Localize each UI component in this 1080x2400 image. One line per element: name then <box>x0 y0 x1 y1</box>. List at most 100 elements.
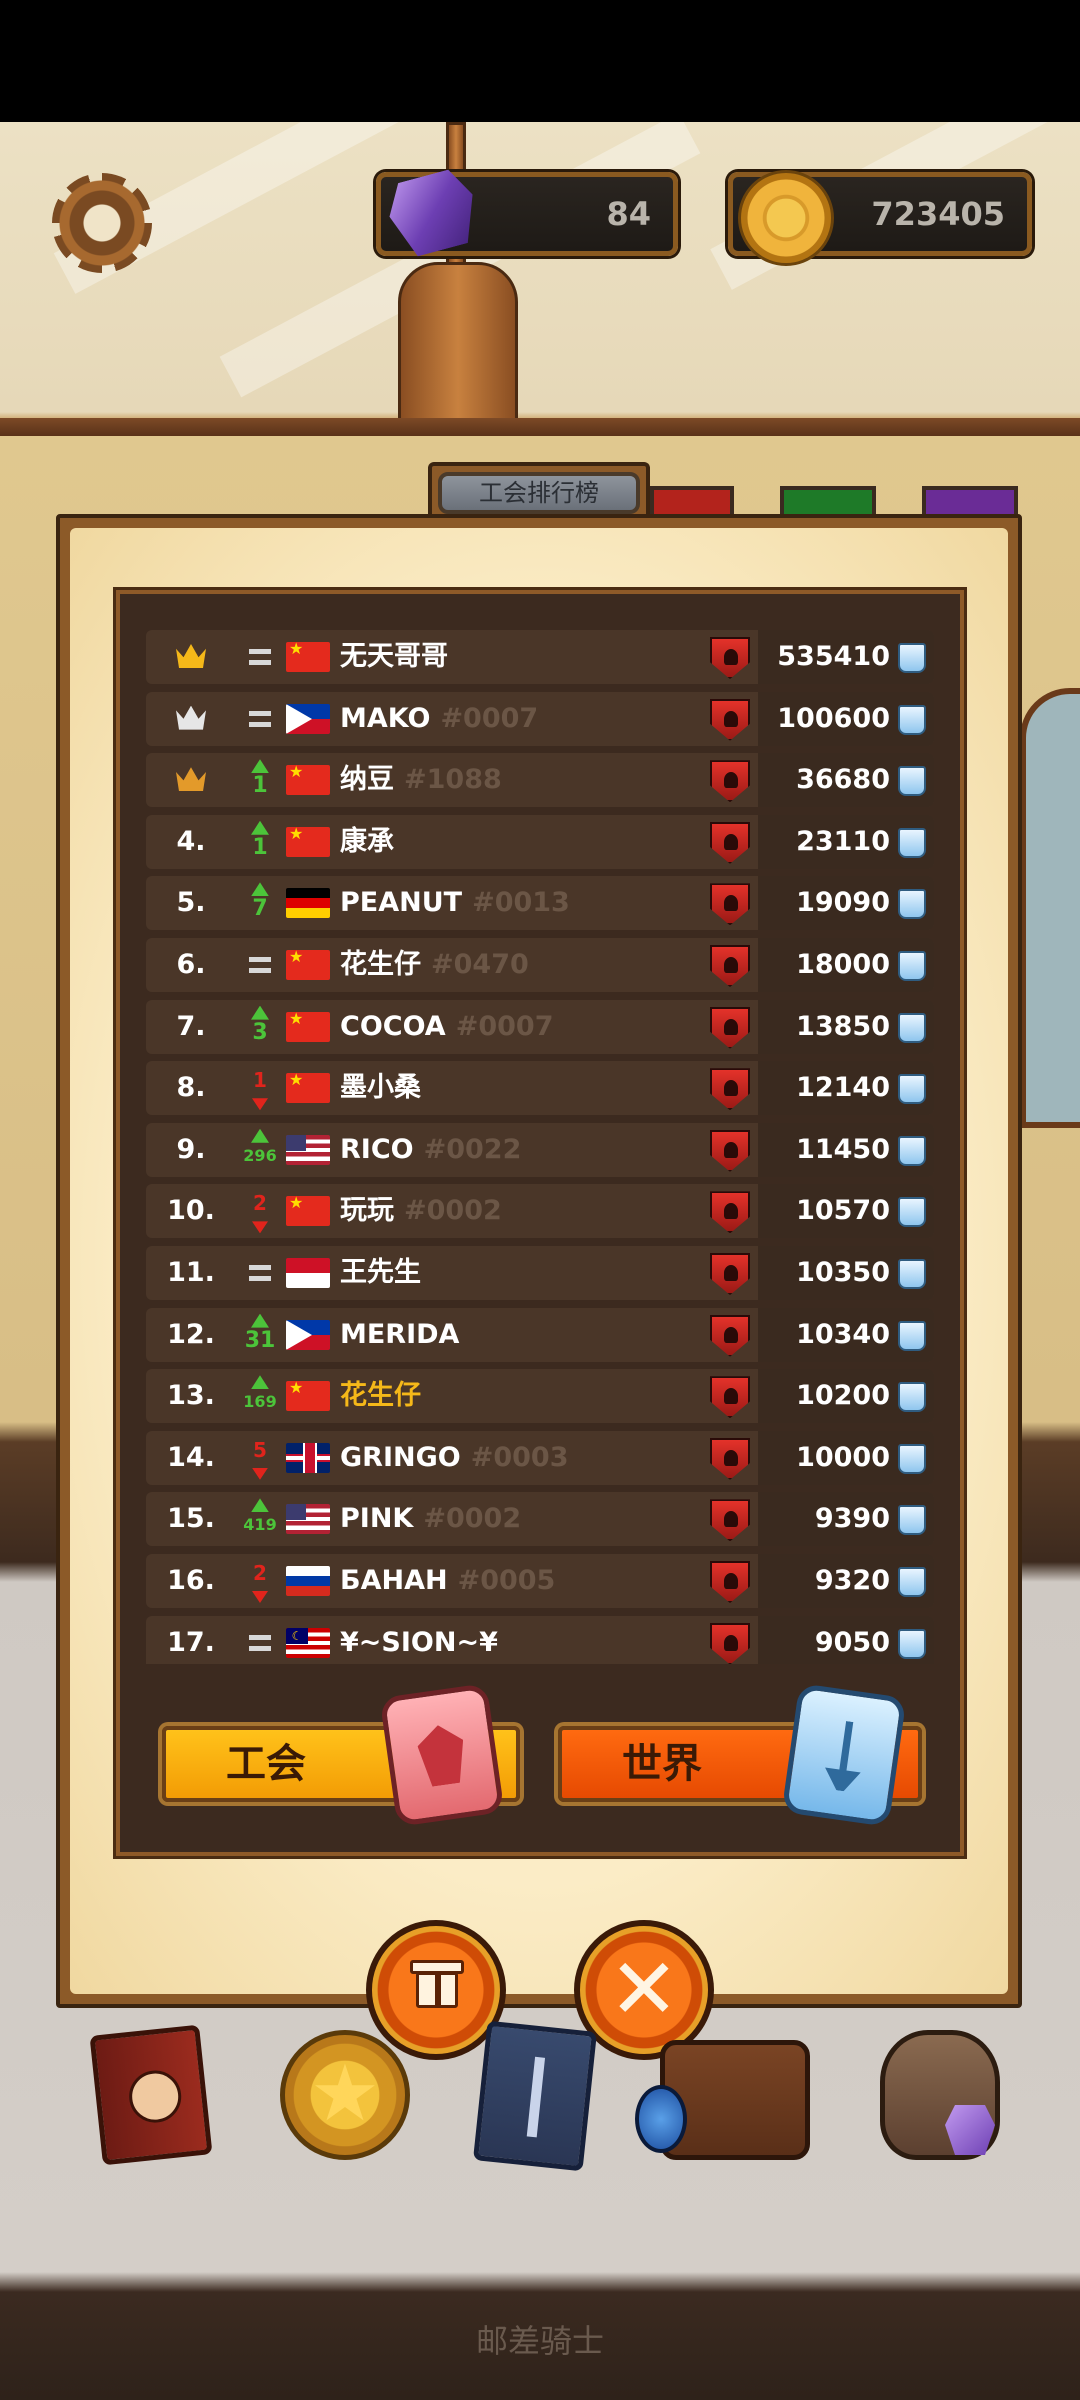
rank-change: 1 <box>232 753 288 807</box>
player-name: 花生仔 <box>340 949 421 980</box>
trophy-cup-icon <box>898 1197 926 1228</box>
score-value: 18000 <box>796 949 890 980</box>
rank-number: 16. <box>167 1565 215 1596</box>
ranking-row[interactable]: 5. 7 PEANUT #0013 19090 <box>146 876 934 931</box>
score-value: 9050 <box>814 1626 890 1658</box>
flag-cn-icon <box>286 1011 330 1042</box>
trophy-cup-icon <box>898 643 926 673</box>
rank-number: 7. <box>176 1010 206 1042</box>
score-box: 11450 <box>758 1122 934 1177</box>
trophy-cup-icon <box>898 1567 926 1597</box>
arrow-down-icon <box>252 1591 268 1603</box>
rank-change: 1 <box>232 815 288 869</box>
rank-number: 5. <box>176 887 206 919</box>
ranking-row[interactable]: 9. 296 RICO #0022 11450 <box>146 1122 934 1177</box>
flag-us-icon <box>286 1134 330 1165</box>
trophy-cup-icon <box>898 827 926 858</box>
player-tag: #0002 <box>404 1195 502 1227</box>
equal-icon <box>249 1265 271 1281</box>
player-name: PEANUT <box>340 887 463 919</box>
player-name: ¥~SION~¥ <box>340 1626 498 1658</box>
rank-change <box>232 692 288 746</box>
player-tag: #0007 <box>455 1010 554 1042</box>
rank-number: 8. <box>176 1072 206 1104</box>
rank-change-value: 1 <box>252 834 268 860</box>
settings-gear-icon[interactable] <box>52 173 152 273</box>
gold-amount: 723405 <box>871 195 1005 233</box>
player-name: RICO <box>340 1133 414 1165</box>
backpack-icon[interactable] <box>635 2040 810 2160</box>
tab-world-label: 世界 <box>622 1741 702 1787</box>
guild-shield-icon <box>710 1253 750 1295</box>
ranking-row[interactable]: 1 纳豆 #1088 36680 <box>146 753 934 808</box>
score-box: 10350 <box>758 1246 934 1300</box>
rank-change-value: 2 <box>253 1191 267 1216</box>
equal-icon <box>249 1634 271 1651</box>
trophy-cup-icon <box>898 1628 926 1659</box>
rank-change: 2 <box>232 1554 288 1608</box>
player-name-cell: RICO #0022 <box>340 1123 521 1177</box>
book-icon[interactable] <box>89 2024 213 2166</box>
player-tag: #0003 <box>470 1441 569 1473</box>
score-box: 12140 <box>758 1061 934 1116</box>
medal-icon[interactable] <box>280 2030 410 2160</box>
world-badge-icon <box>781 1683 907 1827</box>
ranking-row[interactable]: 7. 3 COCOA #0007 13850 <box>146 999 934 1054</box>
player-name-cell: MAKO #0007 <box>340 692 538 746</box>
rank-change <box>232 1246 288 1300</box>
ranking-row[interactable]: 无天哥哥 535410 <box>146 630 934 684</box>
flag-cn-icon <box>286 1381 330 1412</box>
rank-number: 11. <box>167 1257 215 1288</box>
ranking-row[interactable]: 6. 花生仔 #0470 18000 <box>146 938 934 992</box>
flag-cn-icon <box>286 765 330 796</box>
ranking-row[interactable]: 10. 2 玩玩 #0002 10570 <box>146 1184 934 1239</box>
crown-icon <box>176 767 206 792</box>
gift-lid <box>410 1960 464 1974</box>
player-name-cell: MERIDA <box>340 1308 459 1362</box>
ranking-row[interactable]: 4. 1 康承 23110 <box>146 814 934 869</box>
ranking-row[interactable]: 14. 5 GRINGO #0003 10000 <box>146 1430 934 1485</box>
ranking-row[interactable]: 15. 419 PINK #0002 9390 <box>146 1492 934 1547</box>
rank-number: 14. <box>167 1441 215 1473</box>
guild-shield-icon <box>710 1561 750 1603</box>
score-value: 535410 <box>777 641 890 672</box>
ranking-row[interactable]: 8. 1 墨小桑 12140 <box>146 1061 934 1116</box>
score-value: 10000 <box>796 1441 890 1473</box>
ranking-row[interactable]: MAKO #0007 100600 <box>146 691 934 746</box>
shop-pouch-icon[interactable] <box>880 2030 1000 2160</box>
arrow-up-icon <box>251 1005 269 1020</box>
rank-number: 10. <box>167 1195 215 1227</box>
rank-change-value: 169 <box>243 1392 277 1412</box>
panel-title: 工会排行榜 <box>438 472 640 514</box>
player-name: 花生仔 <box>340 1380 421 1412</box>
cards-icon[interactable] <box>472 2020 598 2172</box>
rank-number: 12. <box>167 1318 215 1350</box>
rank-number: 6. <box>176 949 206 980</box>
player-name: 纳豆 <box>340 764 394 796</box>
ranking-row[interactable]: 11. 王先生 10350 <box>146 1246 934 1300</box>
trophy-cup-icon <box>898 1074 926 1105</box>
flag-cn-icon <box>286 1073 330 1104</box>
flag-de-icon <box>286 888 330 919</box>
player-tag: #1088 <box>404 764 502 796</box>
rank-number: 17. <box>167 1626 215 1658</box>
ranking-row[interactable]: 16. 2 БАНАН #0005 9320 <box>146 1554 934 1608</box>
guild-shield-icon <box>710 945 750 987</box>
wooden-post <box>398 262 518 422</box>
ranking-row[interactable]: 17. ¥~SION~¥ 9050 <box>146 1615 934 1664</box>
close-icon: ✕ <box>608 1940 680 2038</box>
player-tag: #0013 <box>472 887 570 919</box>
rank-change <box>232 938 288 992</box>
player-name-cell: 墨小桑 <box>340 1061 421 1115</box>
arrow-up-icon <box>251 759 269 774</box>
ranking-list[interactable]: 无天哥哥 535410 MAKO #0007 100600 1 纳豆 #1088 36680 4.… <box>146 630 934 1664</box>
arrow-down-icon <box>252 1221 268 1234</box>
score-value: 23110 <box>796 825 890 857</box>
flag-us-icon <box>286 1504 330 1535</box>
ranking-row[interactable]: 12. 31 MERIDA 10340 <box>146 1307 934 1362</box>
guild-shield-icon <box>710 1006 750 1049</box>
trophy-cup-icon <box>898 1443 926 1474</box>
score-box: 100600 <box>758 691 934 746</box>
ranking-row[interactable]: 13. 169 花生仔 10200 <box>146 1369 934 1424</box>
guild-shield-icon <box>710 698 750 741</box>
